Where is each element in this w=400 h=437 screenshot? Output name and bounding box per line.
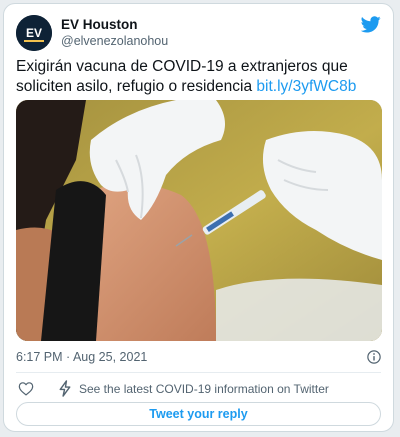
- author-name[interactable]: EV Houston: [61, 17, 138, 32]
- tweet-actions: See the latest COVID-19 information on T…: [16, 379, 381, 399]
- vaccination-photo-icon: [16, 100, 382, 341]
- covid-info-link[interactable]: See the latest COVID-19 information on T…: [79, 382, 329, 396]
- heart-icon[interactable]: [18, 381, 34, 396]
- author-handle[interactable]: @elvenezolanohou: [61, 34, 168, 48]
- tweet-text: Exigirán vacuna de COVID-19 a extranjero…: [16, 57, 376, 97]
- tweet-reply-button[interactable]: Tweet your reply: [16, 402, 381, 426]
- tweet-header: EV EV Houston @elvenezolanohou: [16, 15, 381, 53]
- divider: [16, 372, 381, 373]
- tweet-embed-card: EV EV Houston @elvenezolanohou Exigirán …: [3, 3, 394, 432]
- ev-houston-logo-icon: EV: [16, 15, 52, 51]
- avatar[interactable]: EV: [16, 15, 52, 51]
- tweet-media[interactable]: [16, 100, 382, 341]
- twitter-bird-icon[interactable]: [361, 16, 381, 33]
- tweet-timestamp[interactable]: 6:17 PM · Aug 25, 2021: [16, 350, 147, 364]
- tweet-link[interactable]: bit.ly/3yfWC8b: [256, 78, 356, 95]
- lightning-icon[interactable]: [58, 380, 72, 397]
- avatar-text: EV: [26, 26, 42, 40]
- info-icon[interactable]: [367, 350, 381, 364]
